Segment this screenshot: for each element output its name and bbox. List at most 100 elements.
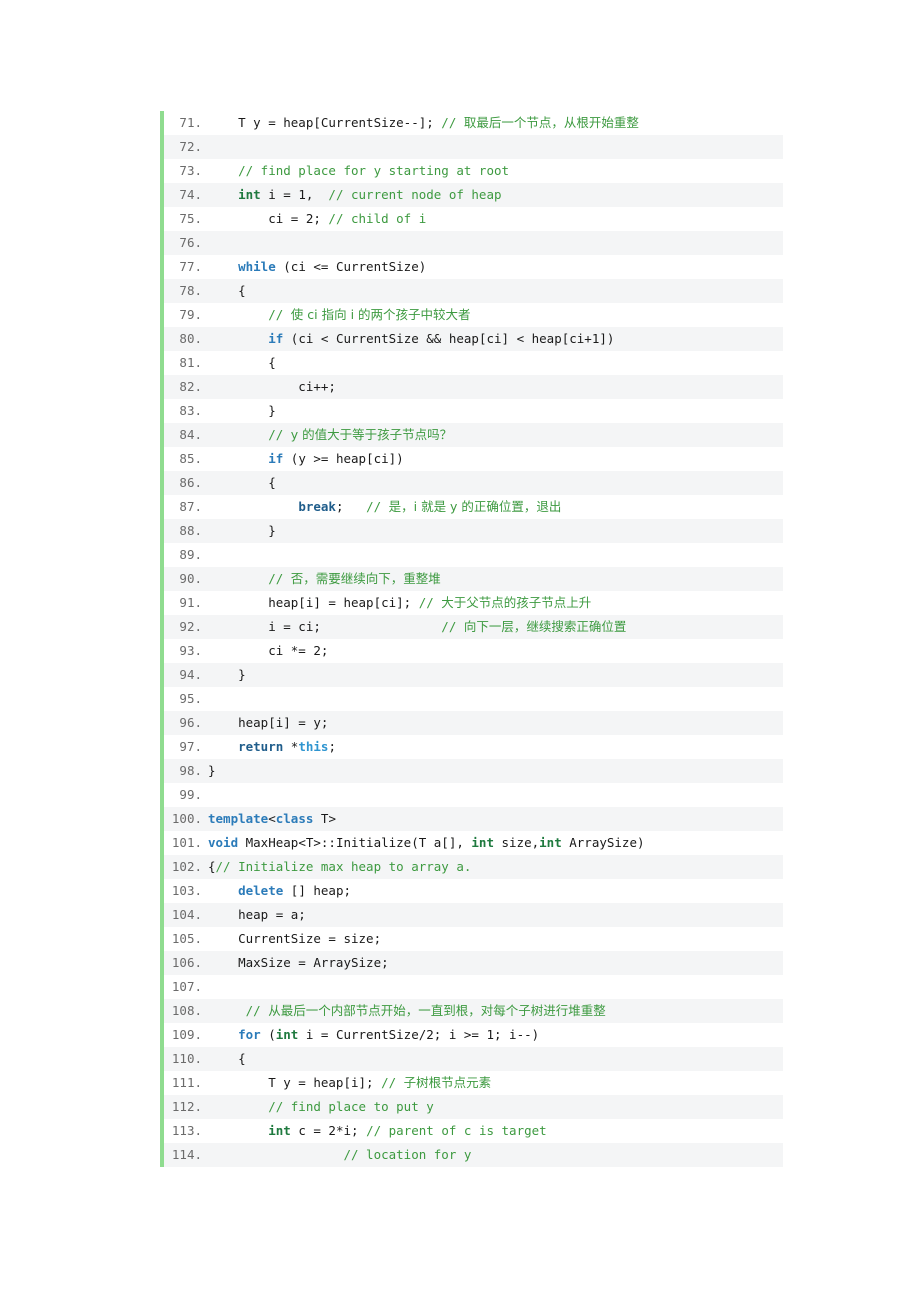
code-line: 78. { bbox=[160, 279, 783, 303]
line-code: ci++; bbox=[206, 375, 783, 399]
line-code: MaxSize = ArraySize; bbox=[206, 951, 783, 975]
line-code: // find place to put y bbox=[206, 1095, 783, 1119]
line-number: 91. bbox=[179, 595, 202, 610]
code-line: 83. } bbox=[160, 399, 783, 423]
line-number: 113. bbox=[171, 1123, 202, 1138]
code-token-plain: ; bbox=[335, 499, 367, 514]
code-line: 89. bbox=[160, 543, 783, 567]
line-code: int i = 1, // current node of heap bbox=[206, 183, 783, 207]
code-token-comment: // child of i bbox=[328, 211, 427, 226]
line-code: heap[i] = y; bbox=[206, 711, 783, 735]
code-line: 87. break; // 是，i 就是 y 的正确位置，退出 bbox=[160, 495, 783, 519]
code-line: 105. CurrentSize = size; bbox=[160, 927, 783, 951]
line-code: } bbox=[206, 399, 783, 423]
code-token-cjk: 子树根节点元素 bbox=[403, 1075, 492, 1090]
line-number: 99. bbox=[179, 787, 202, 802]
code-line: 73. // find place for y starting at root bbox=[160, 159, 783, 183]
code-line: 94. } bbox=[160, 663, 783, 687]
code-token-kw: while bbox=[238, 259, 276, 274]
line-code: // 否，需要继续向下，重整堆 bbox=[206, 567, 783, 591]
code-line: 85. if (y >= heap[ci]) bbox=[160, 447, 783, 471]
code-token-kw: delete bbox=[238, 883, 284, 898]
line-code: // y 的值大于等于孩子节点吗？ bbox=[206, 423, 783, 447]
code-line: 108. // 从最后一个内部节点开始，一直到根，对每个子树进行堆重整 bbox=[160, 999, 783, 1023]
code-token-plain: heap[i] = y; bbox=[208, 715, 329, 730]
line-code: // location for y bbox=[206, 1143, 783, 1167]
line-number: 107. bbox=[171, 979, 202, 994]
line-number: 83. bbox=[179, 403, 202, 418]
code-token-plain: CurrentSize = size; bbox=[208, 931, 382, 946]
line-number: 94. bbox=[179, 667, 202, 682]
line-code: // find place for y starting at root bbox=[206, 159, 783, 183]
code-line: 109. for (int i = CurrentSize/2; i >= 1;… bbox=[160, 1023, 783, 1047]
code-token-kw2: int bbox=[238, 187, 261, 202]
line-code: // 从最后一个内部节点开始，一直到根，对每个子树进行堆重整 bbox=[206, 999, 783, 1023]
code-token-cjk: 是，i 就是 y 的正确位置，退出 bbox=[388, 499, 562, 514]
code-token-cjk: 取最后一个节点，从根开始重整 bbox=[463, 115, 639, 130]
line-code: ci *= 2; bbox=[206, 639, 783, 663]
code-line: 107. bbox=[160, 975, 783, 999]
line-code: T y = heap[CurrentSize--]; // 取最后一个节点，从根… bbox=[206, 111, 783, 135]
code-line: 92. i = ci; // 向下一层，继续搜索正确位置 bbox=[160, 615, 783, 639]
line-code: { bbox=[206, 1047, 783, 1071]
line-code: break; // 是，i 就是 y 的正确位置，退出 bbox=[206, 495, 783, 519]
line-number: 82. bbox=[179, 379, 202, 394]
line-code: { bbox=[206, 471, 783, 495]
code-token-cjk: y 的值大于等于孩子节点吗？ bbox=[290, 427, 453, 442]
code-token-plain: [] heap; bbox=[283, 883, 351, 898]
line-number: 90. bbox=[179, 571, 202, 586]
line-code: for (int i = CurrentSize/2; i >= 1; i--) bbox=[206, 1023, 783, 1047]
line-number: 100. bbox=[171, 811, 202, 826]
code-token-plain: ci = 2; bbox=[208, 211, 329, 226]
code-token-kw2: int bbox=[471, 835, 494, 850]
code-line: 97. return *this; bbox=[160, 735, 783, 759]
code-token-plain: { bbox=[208, 859, 216, 874]
line-number: 101. bbox=[171, 835, 202, 850]
code-line: 110. { bbox=[160, 1047, 783, 1071]
line-number: 104. bbox=[171, 907, 202, 922]
line-number: 78. bbox=[179, 283, 202, 298]
code-token-kw2: int bbox=[539, 835, 562, 850]
code-line: 81. { bbox=[160, 351, 783, 375]
code-token-comment: // parent of c is target bbox=[366, 1123, 547, 1138]
code-token-plain: ci++; bbox=[208, 379, 336, 394]
code-line: 103. delete [] heap; bbox=[160, 879, 783, 903]
line-number: 77. bbox=[179, 259, 202, 274]
code-token-plain: T y = heap[i]; bbox=[208, 1075, 382, 1090]
code-token-plain: < bbox=[268, 811, 276, 826]
code-token-plain: T y = heap[CurrentSize--]; bbox=[208, 115, 442, 130]
line-code: if (ci < CurrentSize && heap[ci] < heap[… bbox=[206, 327, 783, 351]
code-line: 112. // find place to put y bbox=[160, 1095, 783, 1119]
code-token-plain: (ci <= CurrentSize) bbox=[275, 259, 427, 274]
code-token-comment: // find place for y starting at root bbox=[208, 163, 510, 178]
code-line: 114. // location for y bbox=[160, 1143, 783, 1167]
line-number: 88. bbox=[179, 523, 202, 538]
code-line: 102. {// Initialize max heap to array a. bbox=[160, 855, 783, 879]
line-code: void MaxHeap<T>::Initialize(T a[], int s… bbox=[206, 831, 783, 855]
line-number: 86. bbox=[179, 475, 202, 490]
line-number: 81. bbox=[179, 355, 202, 370]
line-number: 108. bbox=[171, 1003, 202, 1018]
line-code: return *this; bbox=[206, 735, 783, 759]
code-token-comment: // bbox=[208, 307, 291, 322]
line-number: 112. bbox=[171, 1099, 202, 1114]
line-number: 92. bbox=[179, 619, 202, 634]
code-line: 95. bbox=[160, 687, 783, 711]
code-token-plain: } bbox=[208, 667, 246, 682]
code-token-kwdark: break bbox=[298, 499, 336, 514]
line-number: 72. bbox=[179, 139, 202, 154]
code-line: 76. bbox=[160, 231, 783, 255]
line-number: 105. bbox=[171, 931, 202, 946]
code-line: 80. if (ci < CurrentSize && heap[ci] < h… bbox=[160, 327, 783, 351]
code-token-cjk: 向下一层，继续搜索正确位置 bbox=[463, 619, 627, 634]
code-token-cjk: 大于父节点的孩子节点上升 bbox=[441, 595, 592, 610]
code-token-plain: ArraySize) bbox=[561, 835, 645, 850]
line-code: } bbox=[206, 759, 783, 783]
code-token-comment: // bbox=[441, 115, 464, 130]
